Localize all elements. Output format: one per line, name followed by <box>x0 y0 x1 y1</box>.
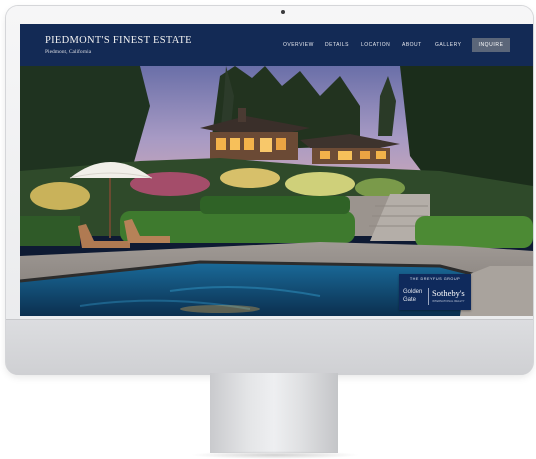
badge-golden: Golden <box>403 289 423 295</box>
imac-monitor: PIEDMONT'S FINEST ESTATE Piedmont, Calif… <box>6 6 533 375</box>
badge-intl-realty: INTERNATIONAL REALTY <box>432 300 465 303</box>
badge-group-name: THE DREYFUS GROUP <box>409 277 461 281</box>
inquire-button[interactable]: INQUIRE <box>472 38 510 52</box>
nav-gallery[interactable]: GALLERY <box>435 42 461 48</box>
badge-divider <box>428 288 429 305</box>
stand-shadow <box>190 451 360 459</box>
camera-dot <box>281 10 285 14</box>
hero-photo: THE DREYFUS GROUP Golden Gate Sotheby's … <box>20 66 533 316</box>
main-nav: OVERVIEW DETAILS LOCATION ABOUT GALLERY <box>20 42 533 54</box>
sothebys-badge[interactable]: THE DREYFUS GROUP Golden Gate Sotheby's … <box>399 274 471 310</box>
nav-details[interactable]: DETAILS <box>325 42 349 48</box>
nav-location[interactable]: LOCATION <box>361 42 390 48</box>
nav-overview[interactable]: OVERVIEW <box>283 42 314 48</box>
site-header: PIEDMONT'S FINEST ESTATE Piedmont, Calif… <box>20 24 533 66</box>
nav-about[interactable]: ABOUT <box>402 42 422 48</box>
monitor-chin <box>6 319 533 375</box>
badge-gate: Gate <box>403 297 417 303</box>
monitor-stand <box>210 373 338 453</box>
screen: PIEDMONT'S FINEST ESTATE Piedmont, Calif… <box>20 24 533 316</box>
badge-sothebys-logo: Sotheby's <box>432 288 465 298</box>
